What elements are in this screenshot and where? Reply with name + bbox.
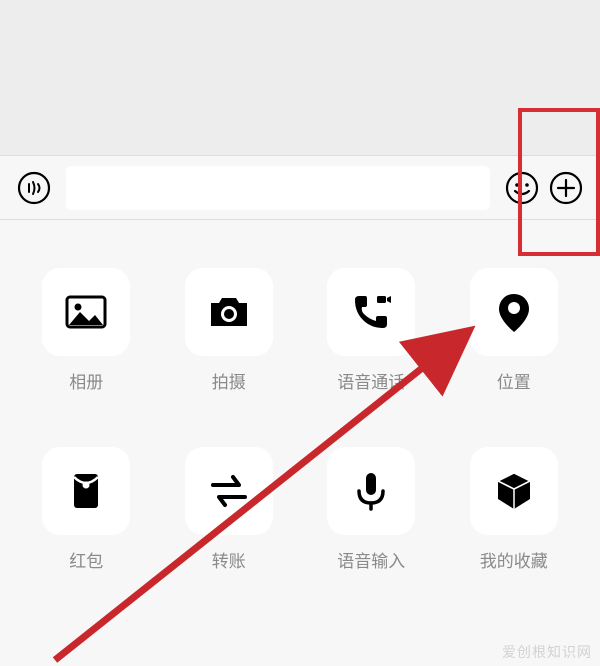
attachment-label: 红包 — [69, 547, 103, 572]
voice-toggle-button[interactable] — [12, 166, 56, 210]
phone-video-icon — [347, 288, 395, 336]
image-icon — [62, 288, 110, 336]
attachment-item-voice-input[interactable]: 语音输入 — [315, 447, 428, 572]
chat-background — [0, 0, 600, 155]
voice-wave-icon — [17, 171, 51, 205]
smile-icon — [505, 171, 539, 205]
mic-icon — [347, 467, 395, 515]
watermark-text: 爱创根知识网 — [502, 642, 592, 662]
message-input-bar — [0, 155, 600, 220]
camera-icon — [205, 288, 253, 336]
tile — [42, 268, 130, 356]
attachment-label: 拍摄 — [212, 368, 246, 393]
tile — [42, 447, 130, 535]
tile — [470, 268, 558, 356]
attachment-item-location[interactable]: 位置 — [458, 268, 571, 393]
attachment-panel: 相册 拍摄 语音通话 — [0, 220, 600, 666]
tile — [327, 447, 415, 535]
tile — [327, 268, 415, 356]
pin-icon — [490, 288, 538, 336]
tile — [185, 447, 273, 535]
attachment-item-camera[interactable]: 拍摄 — [173, 268, 286, 393]
attachment-item-album[interactable]: 相册 — [30, 268, 143, 393]
attachment-label: 语音输入 — [337, 547, 405, 572]
attachment-label: 转账 — [212, 547, 246, 572]
attachment-item-voice-call[interactable]: 语音通话 — [315, 268, 428, 393]
attachment-item-red-packet[interactable]: 红包 — [30, 447, 143, 572]
plus-circle-icon — [549, 171, 583, 205]
transfer-icon — [205, 467, 253, 515]
emoji-button[interactable] — [500, 166, 544, 210]
cube-icon — [490, 467, 538, 515]
attachment-grid: 相册 拍摄 语音通话 — [30, 268, 570, 572]
tile — [185, 268, 273, 356]
message-text-input[interactable] — [66, 166, 490, 210]
attachment-label: 相册 — [69, 368, 103, 393]
attachment-item-favorites[interactable]: 我的收藏 — [458, 447, 571, 572]
attachment-label: 位置 — [497, 368, 531, 393]
attachment-item-transfer[interactable]: 转账 — [173, 447, 286, 572]
tile — [470, 447, 558, 535]
attachment-label: 语音通话 — [337, 368, 405, 393]
red-packet-icon — [62, 467, 110, 515]
more-button[interactable] — [544, 166, 588, 210]
attachment-label: 我的收藏 — [480, 547, 548, 572]
